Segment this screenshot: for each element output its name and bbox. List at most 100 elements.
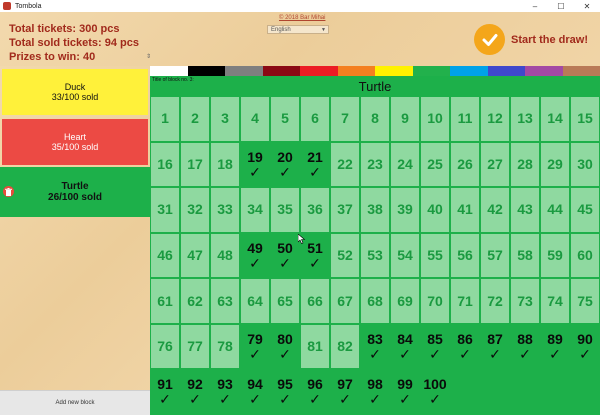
ticket-cell[interactable]: 88 ✓ <box>510 323 540 370</box>
ticket-cell[interactable]: 71 <box>450 278 480 324</box>
start-draw-button[interactable]: Start the draw! <box>474 24 588 55</box>
ticket-cell[interactable]: 47 <box>180 232 210 279</box>
ticket-cell[interactable]: 92 ✓ <box>180 369 210 415</box>
ticket-cell[interactable]: 54 <box>390 232 420 279</box>
ticket-cell[interactable]: 26 <box>450 141 480 188</box>
ticket-cell[interactable]: 50 ✓ <box>270 232 300 279</box>
ticket-cell[interactable]: 59 <box>540 232 570 279</box>
ticket-cell[interactable]: 80 ✓ <box>270 323 300 370</box>
color-swatch[interactable] <box>225 66 263 76</box>
ticket-cell[interactable]: 62 <box>180 278 210 324</box>
ticket-cell[interactable]: 18 <box>210 141 240 188</box>
color-swatch[interactable] <box>487 66 525 76</box>
ticket-cell[interactable]: 7 <box>330 96 360 142</box>
ticket-cell[interactable]: 4 <box>240 96 270 142</box>
ticket-cell[interactable]: 73 <box>510 278 540 324</box>
ticket-cell[interactable]: 17 <box>180 141 210 188</box>
ticket-cell[interactable]: 74 <box>540 278 570 324</box>
ticket-cell[interactable]: 46 <box>150 232 180 279</box>
ticket-cell[interactable]: 14 <box>540 96 570 142</box>
ticket-cell[interactable]: 32 <box>180 187 210 233</box>
copyright-link[interactable]: © 2018 Bar Mihai <box>279 15 325 21</box>
ticket-cell[interactable]: 89 ✓ <box>540 323 570 370</box>
ticket-cell[interactable]: 99 ✓ <box>390 369 420 415</box>
ticket-cell[interactable]: 69 <box>390 278 420 324</box>
color-swatch[interactable] <box>300 66 338 76</box>
ticket-cell[interactable]: 6 <box>300 96 330 142</box>
ticket-cell[interactable]: 58 <box>510 232 540 279</box>
resize-arrows-icon[interactable]: ⇕ <box>146 53 151 60</box>
ticket-cell[interactable]: 61 <box>150 278 180 324</box>
ticket-cell[interactable]: 12 <box>480 96 510 142</box>
ticket-cell[interactable]: 30 <box>570 141 600 188</box>
ticket-cell[interactable]: 33 <box>210 187 240 233</box>
ticket-cell[interactable]: 25 <box>420 141 450 188</box>
ticket-cell[interactable]: 84 ✓ <box>390 323 420 370</box>
ticket-cell[interactable]: 79 ✓ <box>240 323 270 370</box>
maximize-button[interactable]: ☐ <box>548 0 574 12</box>
ticket-cell[interactable]: 70 <box>420 278 450 324</box>
ticket-cell[interactable]: 5 <box>270 96 300 142</box>
ticket-cell[interactable]: 3 <box>210 96 240 142</box>
ticket-cell[interactable]: 29 <box>540 141 570 188</box>
ticket-cell[interactable]: 34 <box>240 187 270 233</box>
ticket-cell[interactable]: 66 <box>300 278 330 324</box>
ticket-cell[interactable]: 90 ✓ <box>570 323 600 370</box>
ticket-cell[interactable]: 22 <box>330 141 360 188</box>
ticket-cell[interactable]: 37 <box>330 187 360 233</box>
color-swatch[interactable] <box>337 66 375 76</box>
block-title[interactable]: Turtle <box>150 76 600 96</box>
ticket-cell[interactable]: 77 <box>180 323 210 370</box>
ticket-cell[interactable]: 23 <box>360 141 390 188</box>
trash-icon[interactable] <box>3 186 14 197</box>
color-swatch[interactable] <box>562 66 600 76</box>
ticket-cell[interactable]: 1 <box>150 96 180 142</box>
minimize-button[interactable]: – <box>522 0 548 12</box>
ticket-cell[interactable]: 13 <box>510 96 540 142</box>
ticket-cell[interactable]: 24 <box>390 141 420 188</box>
ticket-cell[interactable]: 85 ✓ <box>420 323 450 370</box>
ticket-cell[interactable]: 96 ✓ <box>300 369 330 415</box>
ticket-cell[interactable]: 60 <box>570 232 600 279</box>
ticket-cell[interactable]: 31 <box>150 187 180 233</box>
ticket-cell[interactable]: 2 <box>180 96 210 142</box>
ticket-cell[interactable]: 8 <box>360 96 390 142</box>
ticket-cell[interactable]: 56 <box>450 232 480 279</box>
ticket-cell[interactable]: 9 <box>390 96 420 142</box>
ticket-cell[interactable]: 72 <box>480 278 510 324</box>
ticket-cell[interactable]: 83 ✓ <box>360 323 390 370</box>
ticket-cell[interactable]: 95 ✓ <box>270 369 300 415</box>
ticket-cell[interactable]: 65 <box>270 278 300 324</box>
ticket-cell[interactable]: 21 ✓ <box>300 141 330 188</box>
ticket-cell[interactable]: 35 <box>270 187 300 233</box>
color-swatch[interactable] <box>412 66 450 76</box>
ticket-cell[interactable]: 64 <box>240 278 270 324</box>
ticket-cell[interactable]: 20 ✓ <box>270 141 300 188</box>
block-item-heart[interactable]: Heart 35/100 sold <box>2 119 148 165</box>
ticket-cell[interactable]: 67 <box>330 278 360 324</box>
color-swatch[interactable] <box>150 66 188 76</box>
ticket-cell[interactable]: 98 ✓ <box>360 369 390 415</box>
ticket-cell[interactable]: 81 <box>300 323 330 370</box>
ticket-cell[interactable]: 48 <box>210 232 240 279</box>
ticket-cell[interactable]: 42 <box>480 187 510 233</box>
ticket-cell[interactable]: 100 ✓ <box>420 369 450 415</box>
language-select[interactable]: English ▼ <box>267 25 329 34</box>
ticket-cell[interactable]: 94 ✓ <box>240 369 270 415</box>
color-swatch[interactable] <box>525 66 563 76</box>
close-button[interactable]: ✕ <box>574 0 600 12</box>
color-swatch[interactable] <box>262 66 300 76</box>
ticket-cell[interactable]: 49 ✓ <box>240 232 270 279</box>
ticket-cell[interactable]: 39 <box>390 187 420 233</box>
ticket-cell[interactable]: 63 <box>210 278 240 324</box>
ticket-cell[interactable]: 16 <box>150 141 180 188</box>
ticket-cell[interactable]: 10 <box>420 96 450 142</box>
ticket-cell[interactable]: 40 <box>420 187 450 233</box>
ticket-cell[interactable]: 87 ✓ <box>480 323 510 370</box>
ticket-cell[interactable]: 36 <box>300 187 330 233</box>
ticket-cell[interactable]: 41 <box>450 187 480 233</box>
ticket-cell[interactable]: 57 <box>480 232 510 279</box>
color-swatch[interactable] <box>375 66 413 76</box>
ticket-cell[interactable]: 43 <box>510 187 540 233</box>
ticket-cell[interactable]: 52 <box>330 232 360 279</box>
